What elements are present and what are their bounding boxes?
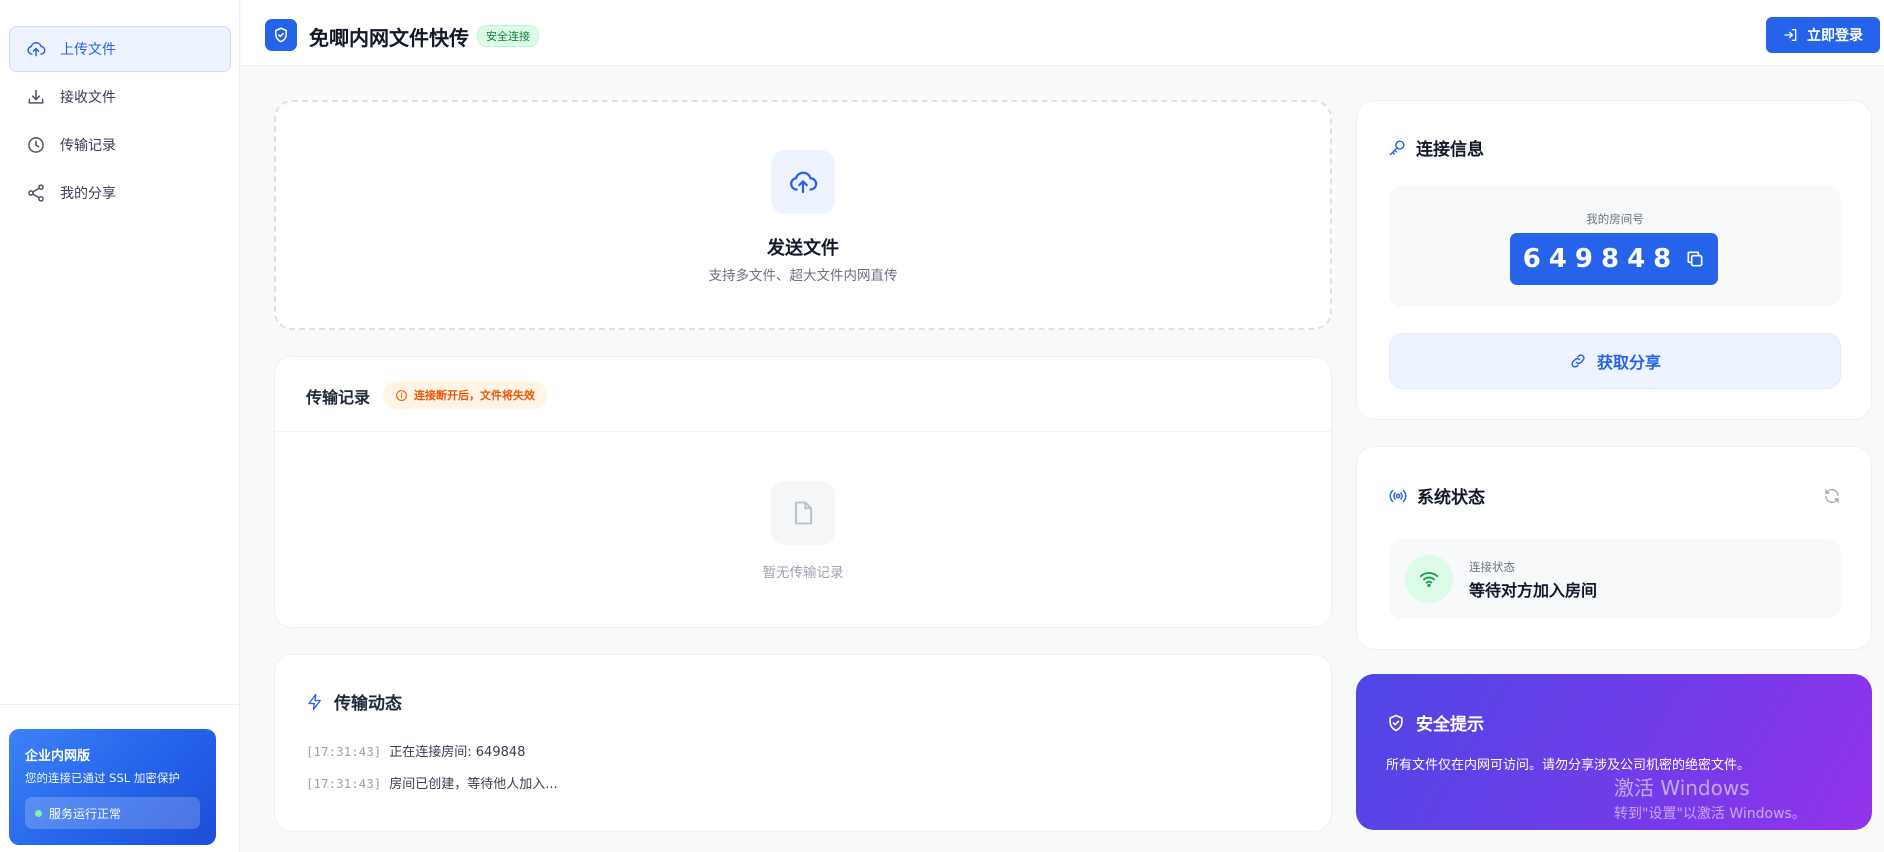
activity-log-item: [17:31:43] 房间已创建，等待他人加入... bbox=[306, 773, 558, 792]
sidebar-item-upload[interactable]: 上传文件 bbox=[9, 26, 231, 72]
login-button[interactable]: 立即登录 bbox=[1766, 17, 1880, 53]
watermark-line-2: 转到"设置"以激活 Windows。 bbox=[1614, 806, 1806, 822]
upload-dropzone[interactable]: 发送文件 支持多文件、超大文件内网直传 bbox=[274, 100, 1332, 330]
upload-cloud-icon bbox=[771, 150, 835, 214]
system-status-card: 系统状态 连接状态 等待对方加入房间 bbox=[1356, 446, 1872, 650]
sidebar-item-receive[interactable]: 接收文件 bbox=[9, 74, 231, 120]
connection-info-card: 连接信息 我的房间号 649848 获取分享 bbox=[1356, 100, 1872, 420]
get-share-label: 获取分享 bbox=[1596, 353, 1661, 372]
connection-title: 连接信息 bbox=[1388, 135, 1484, 160]
room-number-label: 我的房间号 bbox=[1586, 212, 1644, 226]
login-icon bbox=[1783, 27, 1799, 43]
security-text: 所有文件仅在内网可访问。请勿分享涉及公司机密的绝密文件。 bbox=[1386, 758, 1751, 773]
room-number-box: 我的房间号 649848 bbox=[1389, 185, 1841, 307]
log-text: 正在连接房间: 649848 bbox=[389, 745, 526, 760]
system-title: 系统状态 bbox=[1388, 483, 1485, 508]
watermark-line-1: 激活 Windows bbox=[1614, 776, 1750, 800]
room-code-copy-button[interactable]: 649848 bbox=[1510, 233, 1718, 285]
sidebar-item-label: 接收文件 bbox=[60, 90, 116, 106]
upload-cloud-icon bbox=[26, 39, 46, 59]
refresh-icon[interactable] bbox=[1823, 487, 1841, 505]
records-empty-text: 暂无传输记录 bbox=[762, 565, 844, 581]
upload-subtitle: 支持多文件、超大文件内网直传 bbox=[708, 268, 898, 284]
service-status: 服务运行正常 bbox=[25, 797, 200, 829]
lightning-icon bbox=[306, 693, 324, 711]
sidebar: 上传文件 接收文件 传输记录 我的分享 企业内网版 您的连接已通过 SSL 加密… bbox=[0, 0, 240, 852]
log-text: 房间已创建，等待他人加入... bbox=[389, 777, 558, 792]
sidebar-item-share[interactable]: 我的分享 bbox=[9, 170, 231, 216]
app-title: 免唧内网文件快传 bbox=[309, 26, 469, 50]
records-title: 传输记录 bbox=[306, 388, 371, 407]
clock-icon bbox=[26, 135, 46, 155]
expiry-warning-badge: 连接断开后，文件将失效 bbox=[383, 381, 547, 409]
connection-status-box: 连接状态 等待对方加入房间 bbox=[1389, 539, 1841, 619]
sidebar-footer: 企业内网版 您的连接已通过 SSL 加密保护 服务运行正常 bbox=[0, 704, 240, 852]
sidebar-item-label: 我的分享 bbox=[60, 186, 116, 202]
shield-check-icon bbox=[265, 19, 297, 51]
expiry-warning-text: 连接断开后，文件将失效 bbox=[414, 389, 535, 402]
activity-log-item: [17:31:43] 正在连接房间: 649848 bbox=[306, 741, 525, 760]
upload-title: 发送文件 bbox=[767, 238, 839, 259]
log-timestamp: [17:31:43] bbox=[306, 744, 382, 759]
login-label: 立即登录 bbox=[1807, 28, 1863, 44]
link-icon bbox=[1569, 352, 1587, 370]
divider bbox=[275, 431, 1331, 432]
sidebar-item-history[interactable]: 传输记录 bbox=[9, 122, 231, 168]
windows-activation-watermark: 激活 Windows 转到"设置"以激活 Windows。 bbox=[1614, 772, 1806, 823]
status-dot-icon bbox=[35, 809, 42, 817]
enterprise-subtitle: 您的连接已通过 SSL 加密保护 bbox=[25, 771, 180, 785]
shield-check-icon bbox=[1386, 713, 1406, 733]
key-icon bbox=[1388, 138, 1407, 157]
room-code: 649848 bbox=[1522, 244, 1680, 274]
sidebar-item-label: 传输记录 bbox=[60, 138, 116, 154]
share-icon bbox=[26, 183, 46, 203]
security-title-text: 安全提示 bbox=[1416, 715, 1484, 735]
wifi-icon bbox=[1405, 555, 1453, 603]
service-status-text: 服务运行正常 bbox=[49, 806, 122, 821]
info-icon bbox=[395, 389, 408, 402]
activity-title-text: 传输动态 bbox=[334, 694, 402, 714]
system-title-text: 系统状态 bbox=[1417, 488, 1485, 508]
get-share-button[interactable]: 获取分享 bbox=[1389, 333, 1841, 389]
connection-status-value: 等待对方加入房间 bbox=[1469, 581, 1598, 600]
copy-icon[interactable] bbox=[1685, 249, 1705, 269]
secure-connection-badge: 安全连接 bbox=[477, 25, 539, 47]
security-title: 安全提示 bbox=[1386, 710, 1484, 735]
file-icon bbox=[771, 481, 835, 545]
log-timestamp: [17:31:43] bbox=[306, 776, 382, 791]
enterprise-card: 企业内网版 您的连接已通过 SSL 加密保护 服务运行正常 bbox=[9, 729, 216, 845]
activity-title: 传输动态 bbox=[306, 689, 402, 714]
download-icon bbox=[26, 87, 46, 107]
transfer-activity-card: 传输动态 [17:31:43] 正在连接房间: 649848 [17:31:43]… bbox=[274, 654, 1332, 832]
enterprise-title: 企业内网版 bbox=[25, 749, 91, 764]
connection-title-text: 连接信息 bbox=[1416, 140, 1484, 160]
connection-status-label: 连接状态 bbox=[1469, 560, 1515, 574]
top-header: 免唧内网文件快传 安全连接 立即登录 bbox=[241, 0, 1884, 66]
broadcast-icon bbox=[1388, 486, 1408, 506]
sidebar-item-label: 上传文件 bbox=[60, 42, 116, 58]
transfer-records-card: 传输记录 连接断开后，文件将失效 暂无传输记录 bbox=[274, 356, 1332, 628]
sidebar-nav: 上传文件 接收文件 传输记录 我的分享 bbox=[0, 0, 239, 216]
